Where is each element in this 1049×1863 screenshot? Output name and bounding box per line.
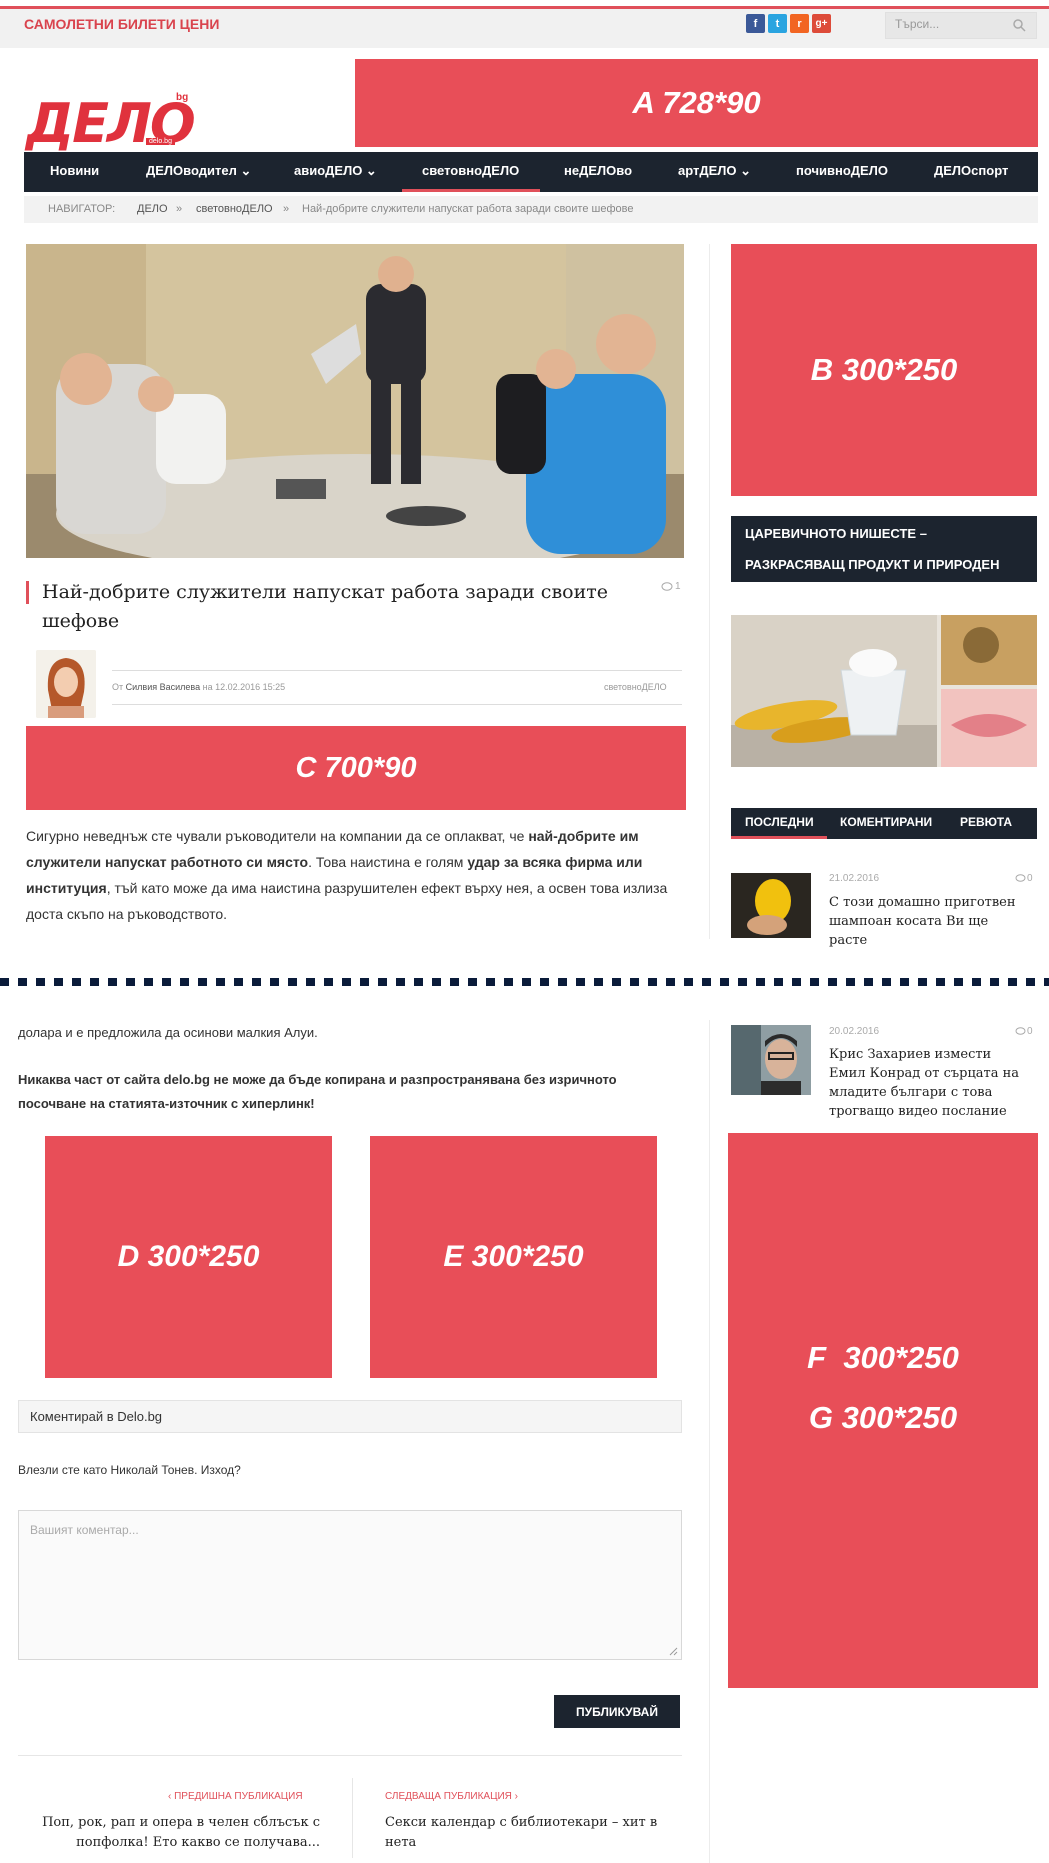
tab-commented[interactable]: КОМЕНТИРАНИ [840,815,932,829]
comment-icon [1015,874,1026,882]
post-nav-divider [352,1778,353,1858]
nav-item-artdelo[interactable]: артДЕЛО ⌄ [678,163,751,179]
top-promo-link[interactable]: САМОЛЕТНИ БИЛЕТИ ЦЕНИ [24,16,219,32]
nav-item-pochivnodelo[interactable]: почивноДЕЛО [796,163,888,178]
article-body: Сигурно неведнъж сте чували ръководители… [26,823,686,927]
googleplus-icon[interactable]: g+ [812,14,831,33]
sidebar-post-comments[interactable]: 0 [1027,1026,1033,1037]
nav-active-indicator [402,189,540,192]
breadcrumb-sep: » [176,203,183,215]
sidebar-post-date: 20.02.2016 [829,1026,880,1037]
nav-item-nedelovo[interactable]: неДЕЛОво [564,163,632,178]
sidebar-post-date: 21.02.2016 [829,873,880,884]
breadcrumb-current: Най-добрите служители напускат работа за… [302,203,634,215]
article-title: Най-добрите служители напускат работа за… [42,581,608,632]
comment-icon[interactable] [661,582,673,592]
ad-f-label: F 300*250 [807,1340,959,1375]
screenshot-cut-divider [0,978,1049,986]
tab-latest[interactable]: ПОСЛЕДНИ [745,815,814,829]
article-comment-count[interactable]: 1 [675,581,681,592]
article-body-text: . Това наистина е голям [308,854,468,870]
breadcrumb-home[interactable]: ДЕЛО [137,203,168,215]
meta-prefix: От [112,682,124,692]
author-avatar[interactable] [36,650,96,718]
ad-b-banner[interactable]: B 300*250 [731,244,1037,496]
ad-a-banner[interactable]: A 728*90 [355,59,1038,147]
prev-post-label[interactable]: ‹ ПРЕДИШНА ПУБЛИКАЦИЯ [168,1791,303,1802]
sidebar-feature-image[interactable] [731,615,1037,767]
breadcrumb-category[interactable]: световноДЕЛО [196,203,273,215]
sidebar-post-title[interactable]: Крис Захариев измести Емил Конрад от сър… [829,1045,1029,1121]
comment-section-title: Коментирай в Delo.bg [30,1409,163,1424]
sidebar-divider [709,244,710,939]
facebook-icon[interactable]: f [746,14,765,33]
nav-item-novini[interactable]: Новини [50,163,99,178]
tab-active-indicator [731,836,827,839]
sidebar-divider [709,1020,710,1863]
article-body-end: долара и е предложила да осинови малкия … [18,1025,318,1040]
article-body-text: Сигурно неведнъж сте чували ръководители… [26,828,529,844]
logo-sub: delo.bg [146,138,175,145]
publish-button[interactable]: ПУБЛИКУВАЙ [554,1695,680,1728]
twitter-icon[interactable]: t [768,14,787,33]
tab-reviews[interactable]: РЕВЮТА [960,815,1012,829]
comment-placeholder: Вашият коментар... [30,1523,139,1537]
sidebar-post-title[interactable]: С този домашно приготвен шампоан косата … [829,893,1029,950]
article-date: 12.02.2016 15:25 [215,682,286,692]
nav-item-delovoditel[interactable]: ДЕЛОводител ⌄ [146,163,251,179]
breadcrumb-sep: » [283,203,290,215]
next-post-title[interactable]: Секси календар с библиотекари – хит в не… [385,1813,675,1853]
ad-c-banner[interactable]: C 700*90 [26,726,686,810]
logged-in-text[interactable]: Влезли сте като Николай Тонев. Изход? [18,1458,241,1483]
article-meta: От Силвия Василева на 12.02.2016 15:25 [112,682,285,692]
meta-divider [112,670,682,671]
logo-sup: bg [176,92,189,103]
author-link[interactable]: Силвия Василева [126,682,200,692]
title-accent [26,581,29,604]
sidebar-post-thumb[interactable] [731,1025,811,1095]
nav-item-aviodelo[interactable]: авиоДЕЛО ⌄ [294,163,377,179]
search-icon[interactable] [1012,18,1026,32]
next-post-label[interactable]: СЛЕДВАЩА ПУБЛИКАЦИЯ › [385,1791,518,1802]
resize-handle-icon[interactable] [668,1646,678,1656]
article-hero-image [26,244,684,558]
ad-g-label: G 300*250 [808,1400,958,1435]
section-divider [18,1755,682,1756]
sidebar-promo-link[interactable]: ЦАРЕВИЧНОТО НИШЕСТЕ – РАЗКРАСЯВАЩ ПРОДУК… [731,516,1037,603]
search-placeholder: Търси... [895,17,940,31]
ad-d-banner[interactable]: D 300*250 [45,1136,332,1378]
sidebar-post-comments[interactable]: 0 [1027,873,1033,884]
article-body-text: , тъй като може да има наистина разрушит… [26,880,668,922]
meta-on: на [202,682,213,692]
meta-divider [112,704,682,705]
comment-icon [1015,1027,1026,1035]
ad-e-banner[interactable]: E 300*250 [370,1136,657,1378]
article-category[interactable]: световноДЕЛО [604,682,667,692]
nav-item-svetovnodelo[interactable]: световноДЕЛО [422,163,519,178]
nav-item-delosport[interactable]: ДЕЛОспорт [934,163,1008,178]
prev-post-title[interactable]: Поп, рок, рап и опера в челен сблъсък с … [20,1813,320,1853]
rss-icon[interactable]: r [790,14,809,33]
breadcrumb-label: НАВИГАТОР: [48,203,116,215]
sidebar-post-thumb[interactable] [731,873,811,938]
copyright-notice: Никаква част от сайта delo.bg не може да… [18,1072,617,1111]
